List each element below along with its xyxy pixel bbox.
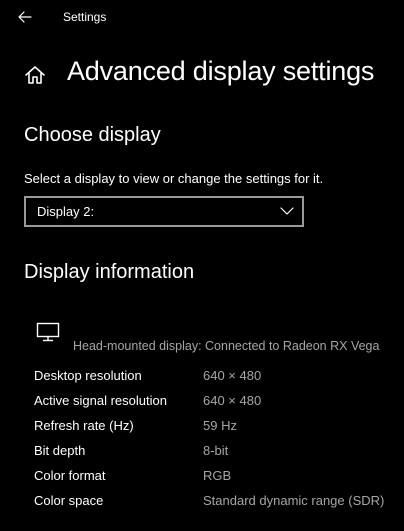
info-value: 59 Hz xyxy=(203,418,237,433)
back-arrow-icon xyxy=(18,11,32,23)
device-description: Head-mounted display: Connected to Radeo… xyxy=(73,339,380,353)
display-select-value: Display 2: xyxy=(37,204,95,219)
info-label: Color space xyxy=(34,493,104,508)
title-bar: Settings xyxy=(0,0,404,34)
info-value: 8-bit xyxy=(203,443,229,458)
display-information-heading: Display information xyxy=(24,261,195,283)
info-value: 640 × 480 xyxy=(203,393,262,408)
info-row-color-format: Color format RGB xyxy=(34,468,404,488)
info-label: Refresh rate (Hz) xyxy=(34,418,134,433)
home-icon xyxy=(25,66,45,84)
info-label: Active signal resolution xyxy=(34,393,167,408)
chevron-down-icon xyxy=(280,207,294,215)
info-label: Desktop resolution xyxy=(34,368,142,383)
back-button[interactable] xyxy=(12,6,38,28)
info-row-refresh-rate: Refresh rate (Hz) 59 Hz xyxy=(34,418,404,438)
monitor-icon xyxy=(36,322,60,342)
info-value: 640 × 480 xyxy=(203,368,262,383)
info-row-desktop-resolution: Desktop resolution 640 × 480 xyxy=(34,368,404,388)
info-row-color-space: Color space Standard dynamic range (SDR) xyxy=(34,493,404,513)
choose-display-description: Select a display to view or change the s… xyxy=(24,171,324,186)
choose-display-heading: Choose display xyxy=(24,124,161,146)
info-label: Color format xyxy=(34,468,106,483)
info-row-active-signal-resolution: Active signal resolution 640 × 480 xyxy=(34,393,404,413)
info-label: Bit depth xyxy=(34,443,86,458)
page-title: Advanced display settings xyxy=(67,56,375,86)
home-button[interactable] xyxy=(22,62,48,88)
info-value: Standard dynamic range (SDR) xyxy=(203,493,385,508)
info-value: RGB xyxy=(203,468,232,483)
app-title: Settings xyxy=(63,10,107,24)
display-select-dropdown[interactable]: Display 2: xyxy=(24,196,304,227)
info-row-bit-depth: Bit depth 8-bit xyxy=(34,443,404,463)
